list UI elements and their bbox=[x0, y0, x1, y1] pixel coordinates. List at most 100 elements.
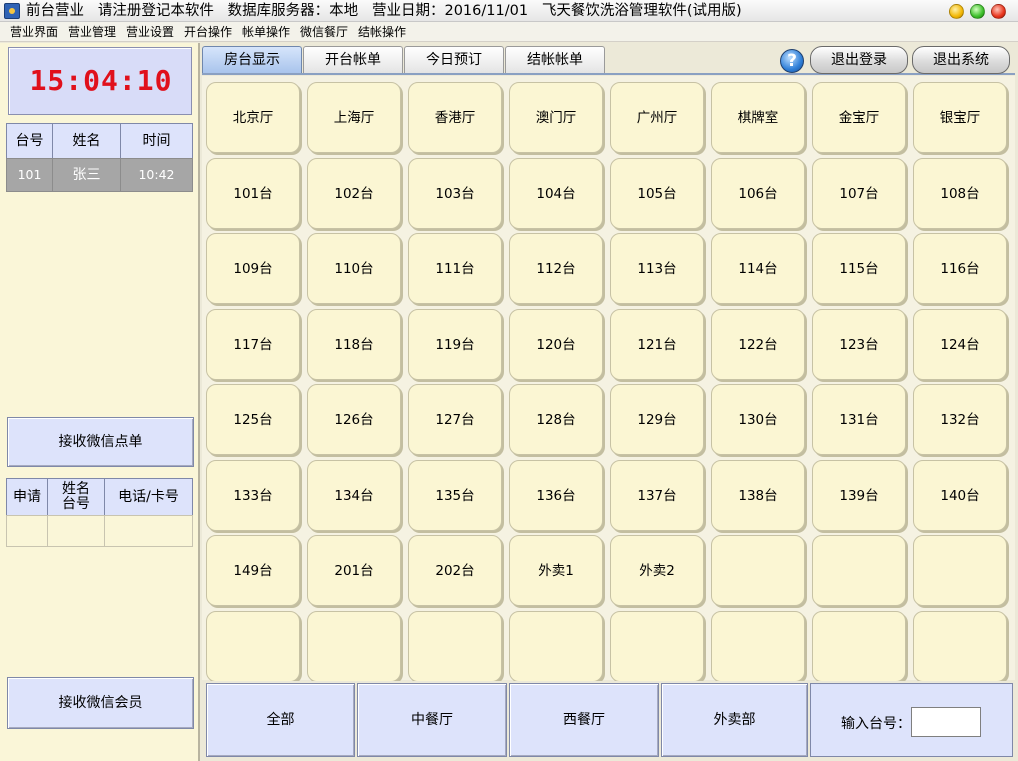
menu-item-business-view[interactable]: 营业界面 bbox=[10, 25, 58, 39]
receive-wechat-order-button[interactable]: 接收微信点单 bbox=[7, 417, 194, 467]
tab-room-display[interactable]: 房台显示 bbox=[202, 46, 302, 73]
logout-button[interactable]: 退出登录 bbox=[810, 46, 908, 74]
minimize-button[interactable] bbox=[949, 4, 964, 19]
close-button[interactable] bbox=[991, 4, 1006, 19]
col-header-table[interactable]: 台号 bbox=[6, 123, 53, 159]
menu-item-bill-ops[interactable]: 帐单操作 bbox=[242, 25, 290, 39]
table-tile[interactable]: 128台 bbox=[509, 384, 603, 455]
table-tile[interactable]: 110台 bbox=[307, 233, 401, 304]
table-tile[interactable]: 107台 bbox=[812, 157, 906, 229]
table-tile[interactable]: 149台 bbox=[206, 535, 300, 606]
table-tile[interactable]: 130台 bbox=[711, 384, 805, 455]
table-number-input[interactable] bbox=[911, 707, 981, 737]
table-tile[interactable]: 103台 bbox=[408, 157, 502, 229]
table-tile[interactable]: 111台 bbox=[408, 233, 502, 304]
empty-cell bbox=[47, 515, 105, 547]
empty-table-tile[interactable] bbox=[913, 535, 1007, 606]
table-tile[interactable]: 202台 bbox=[408, 535, 502, 606]
col-header-apply[interactable]: 申请 bbox=[6, 478, 48, 516]
empty-table-tile[interactable] bbox=[913, 610, 1007, 682]
table-tile[interactable]: 澳门厅 bbox=[509, 82, 603, 153]
menu-item-open-table[interactable]: 开台操作 bbox=[184, 25, 232, 39]
table-tile[interactable]: 香港厅 bbox=[408, 82, 502, 153]
table-tile[interactable]: 105台 bbox=[610, 157, 704, 229]
empty-table-tile[interactable] bbox=[610, 610, 704, 682]
table-tile[interactable]: 122台 bbox=[711, 308, 805, 380]
table-tile[interactable]: 121台 bbox=[610, 308, 704, 380]
table-tile[interactable]: 114台 bbox=[711, 233, 805, 304]
table-tile[interactable]: 广州厅 bbox=[610, 82, 704, 153]
tab-open-bills[interactable]: 开台帐单 bbox=[303, 46, 403, 73]
category-all-button[interactable]: 全部 bbox=[206, 683, 355, 757]
tab-today-reservations[interactable]: 今日预订 bbox=[404, 46, 504, 73]
col-header-name-table[interactable]: 姓名 台号 bbox=[47, 478, 105, 516]
category-chinese-restaurant-button[interactable]: 中餐厅 bbox=[357, 683, 507, 757]
table-tile[interactable]: 139台 bbox=[812, 459, 906, 531]
maximize-button[interactable] bbox=[970, 4, 985, 19]
empty-table-tile[interactable] bbox=[812, 535, 906, 606]
table-tile[interactable]: 133台 bbox=[206, 459, 300, 531]
category-takeout-button[interactable]: 外卖部 bbox=[661, 683, 808, 757]
table-tile[interactable]: 201台 bbox=[307, 535, 401, 606]
empty-table-tile[interactable] bbox=[509, 610, 603, 682]
table-tile[interactable]: 102台 bbox=[307, 157, 401, 229]
empty-table-tile[interactable] bbox=[307, 610, 401, 682]
table-tile[interactable]: 116台 bbox=[913, 233, 1007, 304]
table-tile[interactable]: 140台 bbox=[913, 459, 1007, 531]
col-header-phone-card[interactable]: 电话/卡号 bbox=[104, 478, 193, 516]
table-tile[interactable]: 137台 bbox=[610, 459, 704, 531]
table-tile[interactable]: 126台 bbox=[307, 384, 401, 455]
table-tile[interactable]: 外卖2 bbox=[610, 535, 704, 606]
help-icon[interactable]: ? bbox=[780, 49, 804, 73]
table-tile[interactable]: 棋牌室 bbox=[711, 82, 805, 153]
table-tile[interactable]: 131台 bbox=[812, 384, 906, 455]
table-tile[interactable]: 129台 bbox=[610, 384, 704, 455]
table-tile[interactable]: 138台 bbox=[711, 459, 805, 531]
table-tile[interactable]: 135台 bbox=[408, 459, 502, 531]
empty-table-tile[interactable] bbox=[206, 610, 300, 682]
table-tile[interactable]: 125台 bbox=[206, 384, 300, 455]
table-tile[interactable]: 上海厅 bbox=[307, 82, 401, 153]
table-tile[interactable]: 104台 bbox=[509, 157, 603, 229]
cell-time[interactable]: 10:42 bbox=[120, 158, 193, 192]
table-tile[interactable]: 136台 bbox=[509, 459, 603, 531]
menu-item-checkout[interactable]: 结帐操作 bbox=[358, 25, 406, 39]
cell-name[interactable]: 张三 bbox=[52, 158, 121, 192]
table-tile[interactable]: 132台 bbox=[913, 384, 1007, 455]
cell-table-number[interactable]: 101 bbox=[6, 158, 53, 192]
table-tile[interactable]: 127台 bbox=[408, 384, 502, 455]
empty-table-tile[interactable] bbox=[711, 535, 805, 606]
category-western-restaurant-button[interactable]: 西餐厅 bbox=[509, 683, 659, 757]
empty-table-tile[interactable] bbox=[408, 610, 502, 682]
table-tile[interactable]: 118台 bbox=[307, 308, 401, 380]
table-number-label: 输入台号： bbox=[841, 716, 911, 732]
table-tile[interactable]: 119台 bbox=[408, 308, 502, 380]
menu-item-business-settings[interactable]: 营业设置 bbox=[126, 25, 174, 39]
table-tile[interactable]: 112台 bbox=[509, 233, 603, 304]
menu-item-wechat-restaurant[interactable]: 微信餐厅 bbox=[300, 25, 348, 39]
col-header-name[interactable]: 姓名 bbox=[52, 123, 121, 159]
table-tile[interactable]: 115台 bbox=[812, 233, 906, 304]
empty-cell bbox=[104, 515, 193, 547]
table-tile[interactable]: 101台 bbox=[206, 157, 300, 229]
empty-table-tile[interactable] bbox=[812, 610, 906, 682]
table-tile[interactable]: 134台 bbox=[307, 459, 401, 531]
empty-table-tile[interactable] bbox=[711, 610, 805, 682]
receive-wechat-member-button[interactable]: 接收微信会员 bbox=[7, 677, 194, 729]
table-tile[interactable]: 124台 bbox=[913, 308, 1007, 380]
table-tile[interactable]: 外卖1 bbox=[509, 535, 603, 606]
table-tile[interactable]: 北京厅 bbox=[206, 82, 300, 153]
table-tile[interactable]: 银宝厅 bbox=[913, 82, 1007, 153]
table-tile[interactable]: 金宝厅 bbox=[812, 82, 906, 153]
table-tile[interactable]: 108台 bbox=[913, 157, 1007, 229]
table-tile[interactable]: 113台 bbox=[610, 233, 704, 304]
table-tile[interactable]: 106台 bbox=[711, 157, 805, 229]
tab-settled-bills[interactable]: 结帐帐单 bbox=[505, 46, 605, 73]
menu-item-business-management[interactable]: 营业管理 bbox=[68, 25, 116, 39]
col-header-time[interactable]: 时间 bbox=[120, 123, 193, 159]
table-tile[interactable]: 120台 bbox=[509, 308, 603, 380]
exit-system-button[interactable]: 退出系统 bbox=[912, 46, 1010, 74]
table-tile[interactable]: 123台 bbox=[812, 308, 906, 380]
table-tile[interactable]: 117台 bbox=[206, 308, 300, 380]
table-tile[interactable]: 109台 bbox=[206, 233, 300, 304]
